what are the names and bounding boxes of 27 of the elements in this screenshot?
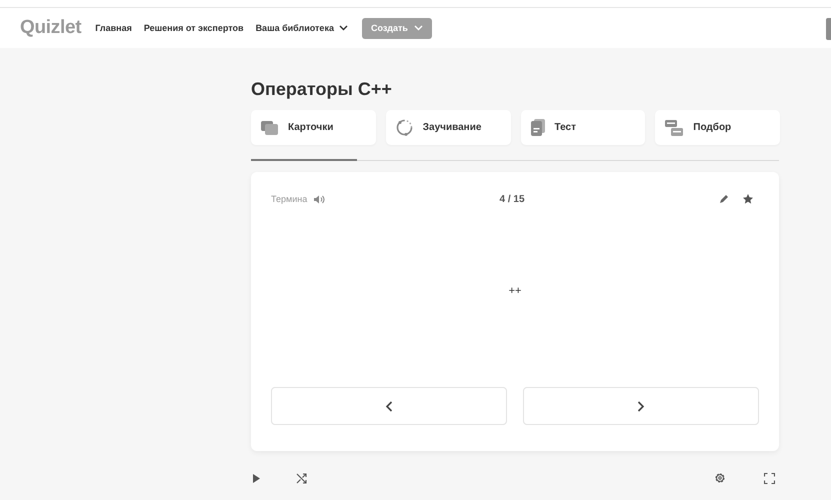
nav-link[interactable]: Ваша библиотека [256,23,348,33]
settings-icon[interactable] [714,472,726,484]
cards-icon [261,120,278,134]
star-icon[interactable] [743,194,753,204]
chevron-right-icon [637,400,645,412]
dotted-circle-icon [396,119,413,136]
set-title: Операторы C++ [251,79,393,100]
side-label: Термина [271,194,308,204]
nav-link[interactable]: Главная [95,23,132,33]
card-counter: 4 / 15 [499,194,525,204]
caret-icon [338,25,348,31]
caret-icon [414,25,423,31]
chevron-left-icon [385,400,393,412]
nav-link[interactable]: Решения от экспертов [144,23,244,33]
study-mode-button[interactable]: Карточки [251,110,376,145]
play-icon[interactable] [253,474,260,482]
shuffle-icon[interactable] [296,472,307,484]
flashcard[interactable]: Термина 4 / 15 ++ [251,172,779,451]
study-mode-button[interactable]: Подбор [655,110,780,145]
speaker-icon[interactable] [314,194,326,204]
match-cards-icon [665,120,684,136]
document-icon [530,119,544,136]
study-mode-button[interactable]: Тест [520,110,646,145]
edit-icon[interactable] [719,194,729,204]
study-mode-button[interactable]: Заучивание [386,110,510,145]
card-term: ++ [508,284,522,296]
fullscreen-icon[interactable] [764,472,775,484]
